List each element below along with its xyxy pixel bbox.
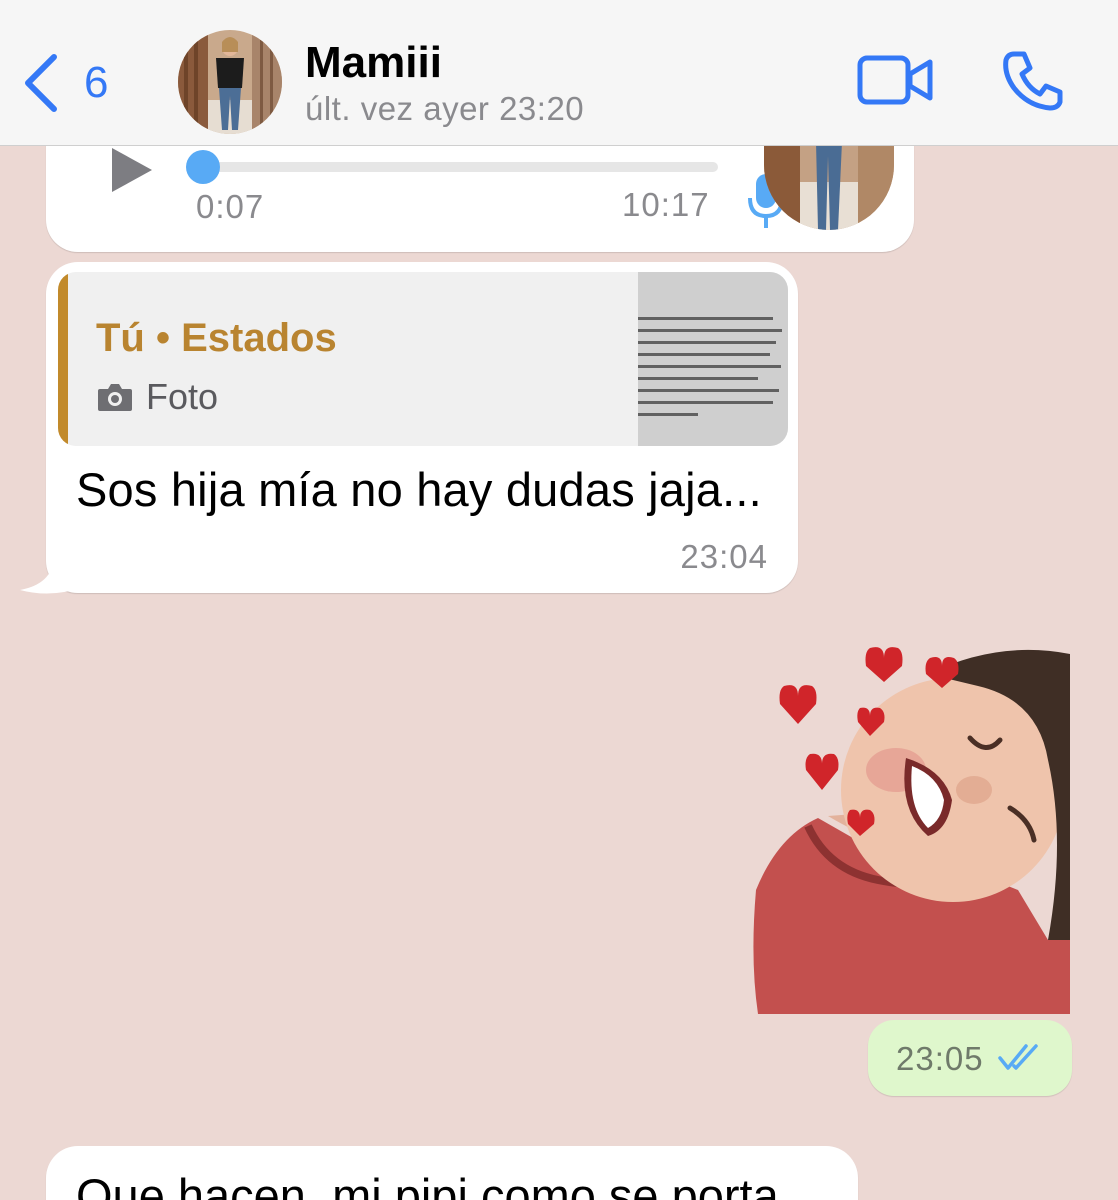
incoming-message-bubble[interactable]: Tú • Estados Foto Sos hija mía no hay du… [20,262,798,594]
quote-media-label: Foto [146,376,219,417]
unread-count: 6 [84,58,109,107]
quote-accent-bar [58,272,68,446]
video-call-icon[interactable] [856,52,936,108]
chat-header: 6 Mamiii últ. vez ayer 23:20 [0,0,1118,146]
quote-title: Tú • Estados [96,316,337,360]
message-time: 10:17 [622,186,710,223]
sticker-message[interactable] [748,640,1078,1014]
contact-avatar[interactable] [178,30,282,134]
back-button[interactable]: 6 [22,50,132,116]
voice-progress-knob[interactable] [186,150,220,184]
voice-duration: 0:07 [196,188,265,225]
contact-name[interactable]: Mamiii [305,38,442,88]
phone-icon[interactable] [1000,50,1064,112]
outgoing-message-bubble[interactable]: 23:05 [868,1020,1072,1096]
message-time: 23:04 [680,538,768,575]
incoming-message-bubble[interactable]: Que hacen, mi pipi como se porta [46,1146,858,1200]
quoted-status-reply[interactable]: Tú • Estados Foto [58,272,788,446]
double-check-icon [998,1044,1038,1070]
message-time: 23:05 [896,1040,984,1077]
last-seen-status: últ. vez ayer 23:20 [305,90,585,127]
bubble-tail [20,558,80,594]
play-icon[interactable] [104,144,158,196]
voice-progress-track[interactable] [196,162,718,172]
chevron-left-icon [25,54,57,112]
message-text: Sos hija mía no hay dudas jaja... [76,463,762,516]
quote-thumbnail [638,272,788,446]
message-text: Que hacen, mi pipi como se porta [76,1169,779,1200]
camera-icon [98,384,132,411]
quote-media-type: Foto [96,376,218,418]
